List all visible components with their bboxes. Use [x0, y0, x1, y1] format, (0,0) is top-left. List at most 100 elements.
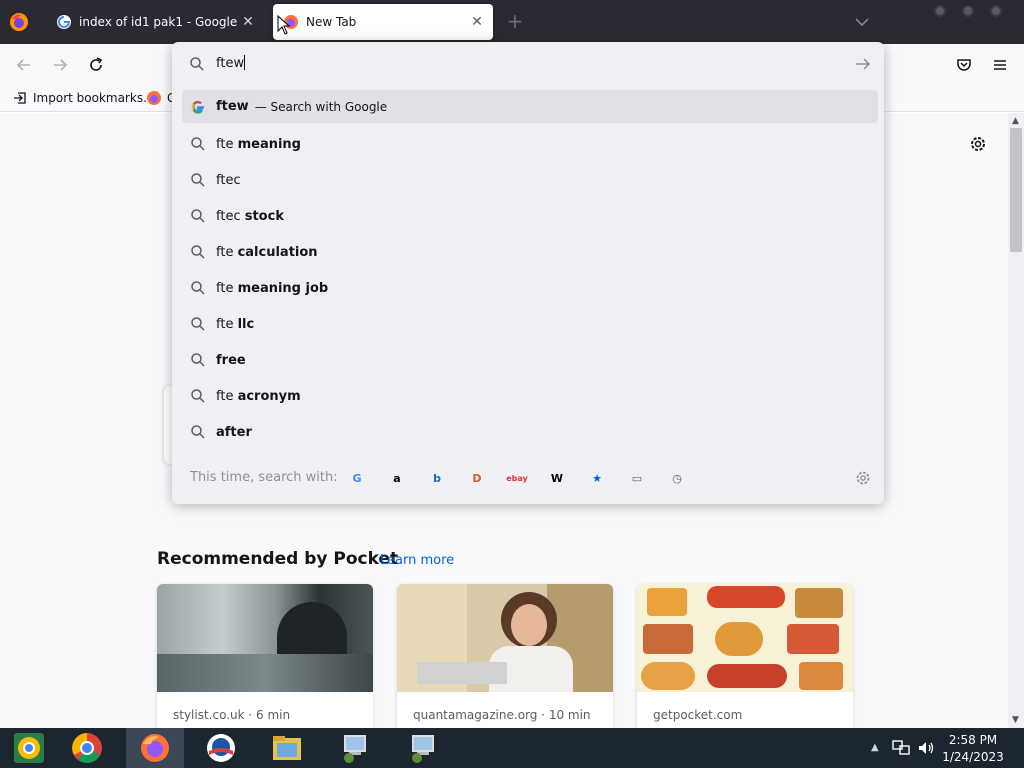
search-engine-wikipedia-button[interactable]: W [548, 469, 566, 487]
network-computer-icon [344, 735, 366, 763]
maximize-button[interactable] [962, 5, 974, 17]
result-row[interactable]: fte meaning job [182, 270, 878, 306]
close-tab-icon[interactable]: ✕ [467, 14, 487, 30]
clock-date[interactable]: 1/24/2023 [938, 750, 1008, 764]
scroll-up-arrow[interactable]: ▲ [1012, 116, 1019, 126]
learn-more-link[interactable]: Learn more [380, 553, 454, 568]
import-icon [14, 92, 26, 104]
close-tab-icon[interactable]: ✕ [238, 14, 258, 30]
scroll-down-arrow[interactable]: ▼ [1012, 715, 1019, 725]
search-engine-tabs-button[interactable]: ▭ [628, 469, 646, 487]
search-icon [191, 425, 205, 439]
one-off-search-bar: This time, search with: Ga b Debay W ★ ▭ ◷ [172, 458, 884, 498]
minimize-button[interactable] [934, 5, 946, 17]
result-typed-text: fte [216, 388, 238, 404]
taskbar-chrome[interactable] [58, 728, 116, 768]
tab-google-search[interactable]: index of id1 pak1 - Google Search ✕ [46, 4, 264, 40]
go-arrow-icon[interactable] [854, 56, 872, 72]
google-icon [191, 100, 204, 114]
obama-icon [207, 734, 235, 762]
result-row[interactable]: free [182, 342, 878, 378]
taskbar-network-1[interactable] [326, 728, 384, 768]
show-hidden-icons-chevron-icon[interactable]: ▲ [871, 742, 879, 753]
result-row[interactable]: ftec [182, 162, 878, 198]
tab-title: index of id1 pak1 - Google Search [79, 15, 238, 29]
card-source: stylist.co.uk · 6 min [173, 708, 291, 722]
pocket-icon[interactable] [953, 54, 975, 76]
folder-icon [273, 736, 301, 760]
clock-time[interactable]: 2:58 PM [938, 733, 1008, 747]
tab-title: New Tab [306, 15, 357, 29]
result-row[interactable]: fte acronym [182, 378, 878, 414]
url-input[interactable]: ftew [216, 52, 876, 76]
close-window-button[interactable] [990, 5, 1002, 17]
result-row[interactable]: fte llc [182, 306, 878, 342]
taskbar: ▲ 2:58 PM 1/24/2023 [0, 728, 1024, 768]
result-typed-text: fte [216, 316, 238, 332]
import-bookmarks-item[interactable]: Import bookmarks... [12, 90, 155, 106]
forward-icon[interactable] [49, 54, 71, 76]
search-icon [191, 137, 205, 151]
text-caret [244, 55, 246, 70]
pocket-card[interactable]: quantamagazine.org · 10 min [397, 584, 613, 734]
result-row[interactable]: fte calculation [182, 234, 878, 270]
search-engine-ebay-button[interactable]: ebay [506, 469, 528, 487]
chrome-icon [72, 733, 102, 763]
search-icon [191, 281, 205, 295]
search-settings-gear-icon[interactable] [854, 469, 872, 487]
search-engine-amazon-button[interactable]: a [388, 469, 406, 487]
result-suggestion-text: llc [237, 316, 255, 332]
search-icon [191, 245, 205, 259]
url-input-value: ftew [216, 56, 245, 71]
list-all-tabs-icon[interactable] [852, 14, 872, 30]
firefox-icon [147, 91, 161, 105]
app-menu-icon[interactable] [989, 54, 1011, 76]
firefox-view-icon[interactable] [8, 11, 30, 33]
new-tab-button[interactable]: + [506, 11, 524, 33]
search-icon [190, 57, 204, 71]
pocket-card[interactable]: getpocket.com [637, 584, 853, 734]
volume-icon[interactable] [917, 740, 935, 756]
bookmark-label: Import bookmarks... [33, 91, 155, 105]
one-off-label: This time, search with: [190, 470, 338, 485]
card-source: getpocket.com [653, 708, 743, 722]
reload-icon[interactable] [85, 54, 107, 76]
search-engine-duckduckgo-button[interactable]: D [468, 469, 486, 487]
taskbar-network-2[interactable] [394, 728, 452, 768]
gear-icon[interactable] [968, 134, 988, 154]
network-computer-icon [412, 735, 434, 763]
card-thumbnail [157, 584, 373, 692]
result-typed-text: ftew [216, 99, 249, 114]
search-engine-bing-button[interactable]: b [428, 469, 446, 487]
search-icon [191, 317, 205, 331]
result-row[interactable]: ftec stock [182, 198, 878, 234]
pocket-heading: Recommended by Pocket [157, 549, 399, 569]
card-thumbnail [637, 584, 853, 692]
scrollbar-thumb[interactable] [1010, 128, 1022, 252]
chromium-icon [14, 733, 44, 763]
back-icon[interactable] [13, 54, 35, 76]
search-engine-history-button[interactable]: ◷ [668, 469, 686, 487]
search-icon [191, 389, 205, 403]
network-status-icon[interactable] [892, 740, 910, 756]
search-engine-google-button[interactable]: G [348, 469, 366, 487]
result-suggestion-text: after [216, 424, 252, 440]
taskbar-firefox[interactable] [126, 728, 184, 768]
card-source: quantamagazine.org · 10 min [413, 708, 591, 722]
taskbar-obama[interactable] [192, 728, 250, 768]
result-row[interactable]: ftew — Search with Google [182, 90, 878, 123]
tab-new-tab[interactable]: New Tab ✕ [273, 4, 493, 40]
pocket-card[interactable]: stylist.co.uk · 6 min [157, 584, 373, 734]
search-engine-bookmarks-button[interactable]: ★ [588, 469, 606, 487]
result-typed-text: fte [216, 136, 238, 152]
result-typed-text: fte [216, 280, 238, 296]
mouse-cursor-icon [277, 15, 291, 35]
search-icon [191, 209, 205, 223]
result-row[interactable]: after [182, 414, 878, 450]
taskbar-chromium[interactable] [0, 728, 58, 768]
result-suggestion-text: meaning job [237, 280, 329, 296]
taskbar-file-explorer[interactable] [258, 728, 316, 768]
firefox-icon [141, 734, 169, 762]
result-row[interactable]: fte meaning [182, 126, 878, 162]
tab-strip: index of id1 pak1 - Google Search ✕ New … [0, 0, 1024, 44]
